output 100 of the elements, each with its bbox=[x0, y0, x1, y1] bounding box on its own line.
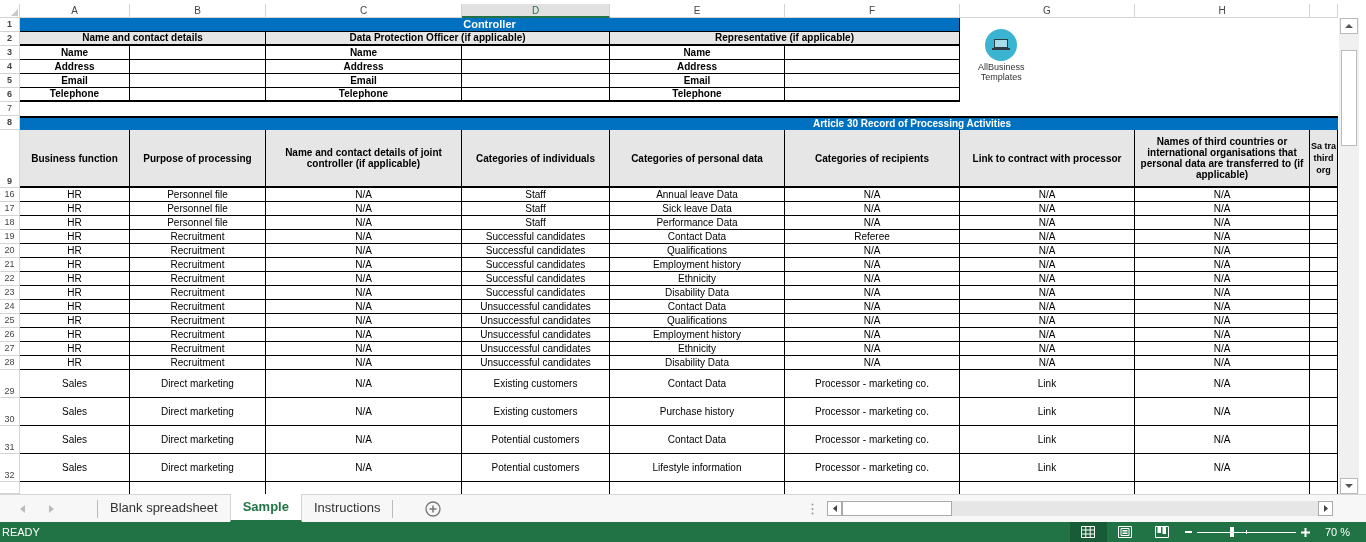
input-field[interactable] bbox=[785, 88, 960, 102]
row-number[interactable]: 30 bbox=[4, 414, 15, 425]
input-field[interactable] bbox=[785, 74, 960, 88]
column-header[interactable]: H bbox=[1218, 5, 1226, 16]
row-number[interactable]: 29 bbox=[4, 386, 15, 397]
table-cell: N/A bbox=[863, 356, 881, 369]
table-cell: N/A bbox=[355, 377, 372, 390]
field-label: Telephone bbox=[49, 88, 100, 100]
add-sheet-icon[interactable] bbox=[425, 500, 442, 517]
sheet-tab[interactable]: Blank spreadsheet bbox=[98, 494, 230, 522]
column-header[interactable]: E bbox=[693, 5, 701, 16]
table-cell: N/A bbox=[355, 433, 372, 446]
row-number[interactable]: 18 bbox=[4, 217, 15, 228]
row-number[interactable]: 6 bbox=[7, 89, 12, 100]
table-cell: N/A bbox=[355, 258, 372, 271]
input-field[interactable] bbox=[462, 46, 610, 60]
row-number[interactable]: 17 bbox=[4, 203, 15, 214]
table-cell: Personnel file bbox=[167, 188, 228, 201]
row-number[interactable]: 22 bbox=[4, 273, 15, 284]
row-number[interactable]: 5 bbox=[7, 75, 12, 86]
table-cell: N/A bbox=[355, 286, 372, 299]
table-cell: N/A bbox=[1213, 216, 1231, 229]
input-field[interactable] bbox=[462, 88, 610, 102]
row-number[interactable]: 25 bbox=[4, 315, 15, 326]
row-number[interactable]: 8 bbox=[7, 117, 12, 128]
row-number[interactable]: 28 bbox=[4, 357, 15, 368]
column-header[interactable]: G bbox=[1043, 5, 1051, 16]
table-cell: N/A bbox=[1038, 202, 1056, 215]
scroll-right-button[interactable] bbox=[1318, 501, 1334, 516]
row-number[interactable]: 1 bbox=[7, 19, 12, 30]
table-cell: Recruitment bbox=[170, 258, 225, 271]
column-header[interactable]: A bbox=[71, 5, 78, 16]
row-number[interactable]: 31 bbox=[4, 442, 15, 453]
input-field[interactable] bbox=[785, 46, 960, 60]
row-number[interactable]: 16 bbox=[4, 189, 15, 200]
row-number[interactable]: 20 bbox=[4, 245, 15, 256]
table-cell: N/A bbox=[863, 314, 881, 327]
input-field[interactable] bbox=[462, 60, 610, 74]
table-cell: Processor - marketing co. bbox=[815, 377, 929, 390]
table-cell: Ethnicity bbox=[678, 272, 716, 285]
scroll-down-button[interactable] bbox=[1340, 478, 1358, 494]
row-number[interactable]: 24 bbox=[4, 301, 15, 312]
table-cell: Contact Data bbox=[667, 433, 727, 446]
scroll-thumb[interactable] bbox=[842, 501, 953, 516]
table-cell: Direct marketing bbox=[161, 433, 234, 446]
table-cell: Link bbox=[1037, 433, 1057, 446]
row-number[interactable]: 26 bbox=[4, 329, 15, 340]
input-field[interactable] bbox=[785, 60, 960, 74]
table-cell: N/A bbox=[1213, 433, 1231, 446]
view-button[interactable] bbox=[1069, 522, 1107, 542]
table-cell: Recruitment bbox=[170, 230, 225, 243]
sheet-tab[interactable]: Sample bbox=[229, 494, 302, 522]
vertical-scrollbar[interactable] bbox=[1339, 18, 1359, 494]
drag-handle-icon[interactable] bbox=[811, 502, 815, 515]
table-cell: Recruitment bbox=[170, 300, 225, 313]
row-number[interactable]: 2 bbox=[7, 33, 12, 44]
table-cell: N/A bbox=[355, 342, 372, 355]
table-cell: Link bbox=[1037, 377, 1057, 390]
input-field[interactable] bbox=[130, 74, 266, 88]
column-header[interactable]: F bbox=[868, 5, 876, 16]
table-cell: Processor - marketing co. bbox=[815, 405, 929, 418]
table-cell: N/A bbox=[1213, 377, 1231, 390]
page-break-icon bbox=[1155, 526, 1170, 538]
table-cell: N/A bbox=[1038, 216, 1056, 229]
table-cell: Successful candidates bbox=[485, 272, 586, 285]
table-cell: Potential customers bbox=[491, 461, 580, 474]
input-field[interactable] bbox=[130, 88, 266, 102]
row-number[interactable]: 32 bbox=[4, 470, 15, 481]
input-field[interactable] bbox=[130, 60, 266, 74]
table-cell: N/A bbox=[1038, 342, 1056, 355]
scroll-up-button[interactable] bbox=[1340, 18, 1358, 34]
table-cell: Processor - marketing co. bbox=[815, 461, 929, 474]
input-field[interactable] bbox=[130, 46, 266, 60]
row-number[interactable]: 23 bbox=[4, 287, 15, 298]
zoom-slider[interactable] bbox=[1196, 527, 1296, 537]
row-number[interactable]: 7 bbox=[7, 103, 12, 114]
column-header[interactable]: B bbox=[194, 5, 201, 16]
row-number[interactable]: 27 bbox=[4, 343, 15, 354]
table-cell: N/A bbox=[1038, 272, 1056, 285]
table-cell: HR bbox=[67, 328, 82, 341]
column-header[interactable]: D bbox=[531, 4, 540, 16]
sheet-tab[interactable]: Instructions bbox=[301, 494, 393, 522]
row-number[interactable]: 4 bbox=[7, 61, 12, 72]
row-number[interactable]: 21 bbox=[4, 259, 15, 270]
column-header[interactable]: C bbox=[359, 5, 368, 16]
horizontal-scrollbar[interactable] bbox=[827, 501, 1334, 516]
table-cell: Sales bbox=[62, 461, 87, 474]
row-number[interactable]: 3 bbox=[7, 47, 12, 58]
table-cell: Successful candidates bbox=[485, 258, 586, 271]
table-cell: Sales bbox=[62, 377, 87, 390]
scroll-left-button[interactable] bbox=[827, 501, 843, 516]
table-cell: Processor - marketing co. bbox=[815, 433, 929, 446]
input-field[interactable] bbox=[462, 74, 610, 88]
scroll-thumb[interactable] bbox=[1341, 50, 1357, 146]
table-cell: N/A bbox=[1038, 314, 1056, 327]
slider-thumb[interactable] bbox=[1229, 527, 1234, 537]
row-number[interactable]: 9 bbox=[7, 176, 12, 187]
table-cell: Successful candidates bbox=[485, 286, 586, 299]
row-number[interactable]: 19 bbox=[4, 231, 15, 242]
table-cell: N/A bbox=[1038, 286, 1056, 299]
